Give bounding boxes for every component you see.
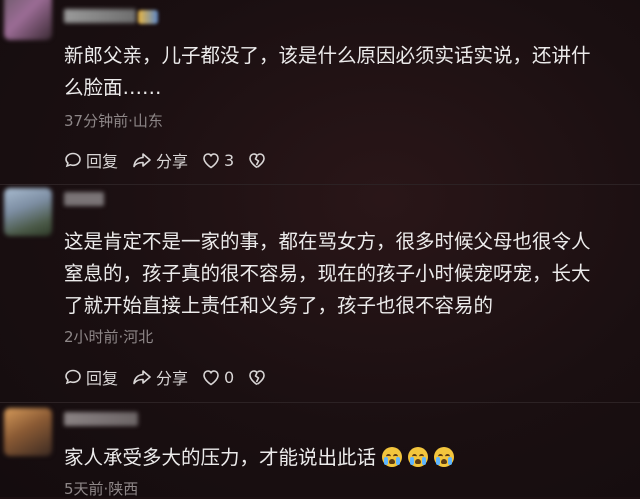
share-arrow-icon bbox=[133, 153, 151, 168]
crying-face-icon bbox=[434, 447, 455, 467]
username[interactable] bbox=[64, 412, 138, 426]
share-label: 分享 bbox=[156, 152, 189, 171]
user-badge bbox=[138, 10, 158, 24]
divider bbox=[0, 184, 640, 185]
heart-icon bbox=[203, 152, 219, 168]
comment-meta: 37分钟前·山东 bbox=[64, 112, 163, 130]
reply-button[interactable]: 回复 bbox=[64, 365, 118, 389]
share-button[interactable]: 分享 bbox=[132, 365, 188, 389]
comment-text-line: 么脸面…… bbox=[64, 76, 162, 99]
reply-label: 回复 bbox=[86, 369, 119, 388]
reply-label: 回复 bbox=[86, 152, 119, 171]
comment-meta: 5天前·陕西 bbox=[64, 480, 139, 498]
username[interactable] bbox=[64, 9, 136, 23]
dislike-button[interactable] bbox=[248, 369, 270, 386]
comment-text-line: 新郎父亲，儿子都没了，该是什么原因必须实话实说，还讲什 bbox=[64, 44, 591, 67]
like-button[interactable]: 3 bbox=[202, 151, 234, 170]
like-button[interactable]: 0 bbox=[202, 368, 234, 387]
share-button[interactable]: 分享 bbox=[132, 148, 188, 172]
comment-bubble-icon bbox=[65, 152, 81, 168]
comment-text-line: 这是肯定不是一家的事，都在骂女方，很多时候父母也很令人 bbox=[64, 230, 591, 253]
comment-text-line: 窒息的，孩子真的很不容易，现在的孩子小时候宠呀宠，长大 bbox=[64, 262, 591, 285]
heart-icon bbox=[203, 369, 219, 385]
crying-face-icon bbox=[382, 447, 403, 467]
avatar[interactable] bbox=[4, 408, 52, 456]
avatar[interactable] bbox=[4, 188, 52, 236]
comment-meta: 2小时前·河北 bbox=[64, 328, 154, 346]
dislike-button[interactable] bbox=[248, 152, 270, 169]
share-label: 分享 bbox=[156, 369, 189, 388]
username[interactable] bbox=[64, 192, 104, 206]
broken-heart-icon bbox=[249, 369, 266, 385]
like-count: 0 bbox=[224, 367, 235, 387]
broken-heart-icon bbox=[249, 152, 266, 168]
share-arrow-icon bbox=[133, 370, 151, 385]
comment-text-line: 家人承受多大的压力，才能说出此话 bbox=[64, 446, 377, 469]
reply-button[interactable]: 回复 bbox=[64, 148, 118, 172]
divider bbox=[0, 402, 640, 403]
avatar[interactable] bbox=[4, 0, 52, 40]
like-count: 3 bbox=[224, 150, 235, 170]
crying-face-icon bbox=[408, 447, 429, 467]
comment-bubble-icon bbox=[65, 369, 81, 385]
comment-text-line: 了就开始直接上责任和义务了，孩子也很不容易的 bbox=[64, 294, 494, 317]
